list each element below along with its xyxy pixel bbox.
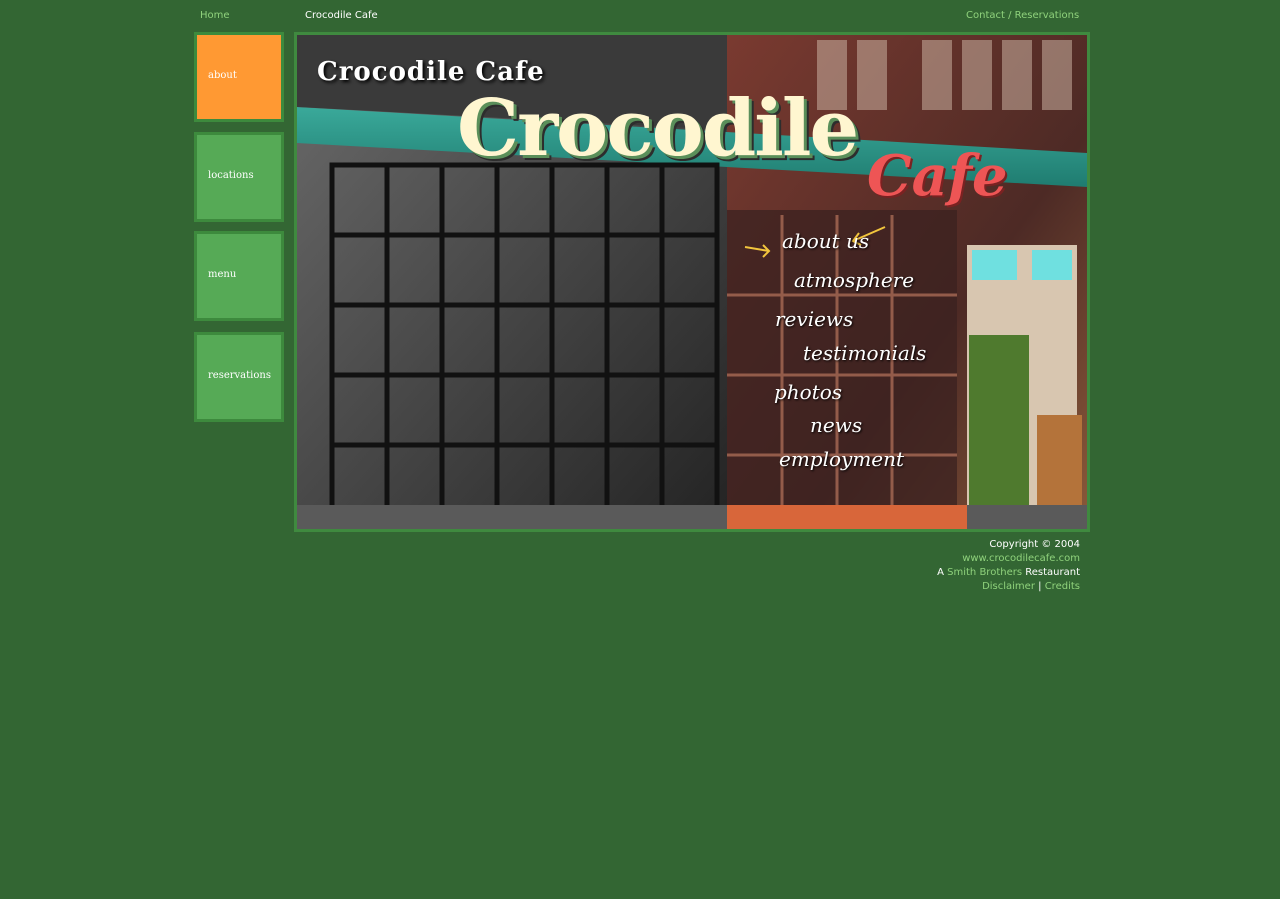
copyright-text: Copyright © 2004 — [989, 539, 1080, 550]
website-link[interactable]: www.crocodilecafe.com — [962, 553, 1080, 564]
nav-button-label: menu — [208, 269, 237, 280]
nav-button-about[interactable]: about — [194, 32, 284, 122]
nav-button-menu[interactable]: menu — [194, 231, 284, 321]
nav-button-label: about — [208, 70, 237, 81]
link-reviews[interactable]: reviews — [775, 307, 853, 331]
nav-button-reservations[interactable]: reservations — [194, 332, 284, 422]
link-employment[interactable]: employment — [779, 447, 904, 471]
restaurant-suffix: Restaurant — [1025, 567, 1080, 578]
sign-cafe-text: Cafe — [867, 143, 1008, 209]
footer: Copyright © 2004 www.crocodilecafe.com A… — [937, 538, 1080, 594]
home-link[interactable]: Home — [200, 10, 230, 22]
link-about-us[interactable]: about us — [782, 229, 869, 253]
link-atmosphere[interactable]: atmosphere — [794, 268, 914, 292]
nav-button-label: reservations — [208, 370, 271, 381]
sign-crocodile-text: Crocodile — [457, 83, 859, 174]
hero-image: Crocodile Cafe Crocodile Cafe about us a… — [294, 32, 1090, 532]
smith-brothers-link[interactable]: Smith Brothers — [947, 567, 1022, 578]
nav-button-locations[interactable]: locations — [194, 132, 284, 222]
contact-reservations-link[interactable]: Contact / Reservations — [966, 10, 1079, 22]
nav-button-label: locations — [208, 170, 254, 181]
link-photos[interactable]: photos — [774, 380, 842, 404]
credits-link[interactable]: Credits — [1045, 581, 1080, 592]
restaurant-prefix: A — [937, 567, 944, 578]
link-news[interactable]: news — [810, 413, 862, 437]
disclaimer-link[interactable]: Disclaimer — [982, 581, 1035, 592]
site-title: Crocodile Cafe — [305, 10, 378, 21]
footer-separator: | — [1038, 581, 1042, 592]
link-testimonials[interactable]: testimonials — [803, 341, 926, 365]
